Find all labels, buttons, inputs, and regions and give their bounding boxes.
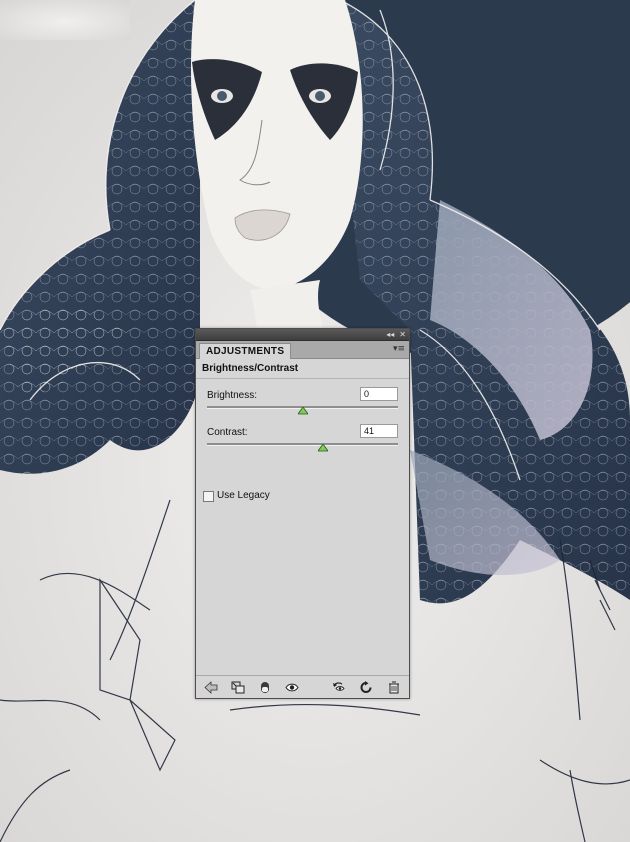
view-previous-icon[interactable] xyxy=(332,681,346,694)
brightness-slider-thumb[interactable] xyxy=(297,407,308,415)
contrast-label: Contrast: xyxy=(207,427,248,438)
tab-adjustments[interactable]: ADJUSTMENTS xyxy=(199,343,292,359)
contrast-slider-track[interactable] xyxy=(207,443,398,446)
use-legacy-checkbox[interactable] xyxy=(203,491,214,502)
panel-tab-row: ADJUSTMENTS ▾≡ xyxy=(196,341,409,359)
panel-titlebar: ◂◂ ✕ xyxy=(196,329,409,341)
close-panel-icon[interactable]: ✕ xyxy=(399,330,406,339)
adjustment-title: Brightness/Contrast xyxy=(196,359,409,379)
brightness-label: Brightness: xyxy=(207,390,258,401)
trash-icon[interactable] xyxy=(387,681,401,694)
use-legacy-row[interactable]: Use Legacy xyxy=(196,489,409,505)
contrast-control: Contrast: 41 xyxy=(196,422,409,459)
visibility-eye-icon[interactable] xyxy=(285,681,299,694)
collapse-panel-icon[interactable]: ◂◂ xyxy=(386,330,394,339)
panel-footer xyxy=(196,675,409,698)
brightness-control: Brightness: 0 xyxy=(196,385,409,422)
contrast-slider-thumb[interactable] xyxy=(317,444,328,452)
back-arrow-icon[interactable] xyxy=(204,681,218,694)
panel-expand-icon[interactable] xyxy=(231,681,245,694)
panel-menu-icon[interactable]: ▾≡ xyxy=(393,344,405,354)
brightness-value-field[interactable]: 0 xyxy=(360,387,398,401)
contrast-value-field[interactable]: 41 xyxy=(360,424,398,438)
clip-to-layer-icon[interactable] xyxy=(258,681,272,694)
use-legacy-label: Use Legacy xyxy=(217,490,270,501)
adjustments-panel: ◂◂ ✕ ADJUSTMENTS ▾≡ Brightness/Contrast … xyxy=(195,328,410,699)
reset-icon[interactable] xyxy=(359,681,373,694)
